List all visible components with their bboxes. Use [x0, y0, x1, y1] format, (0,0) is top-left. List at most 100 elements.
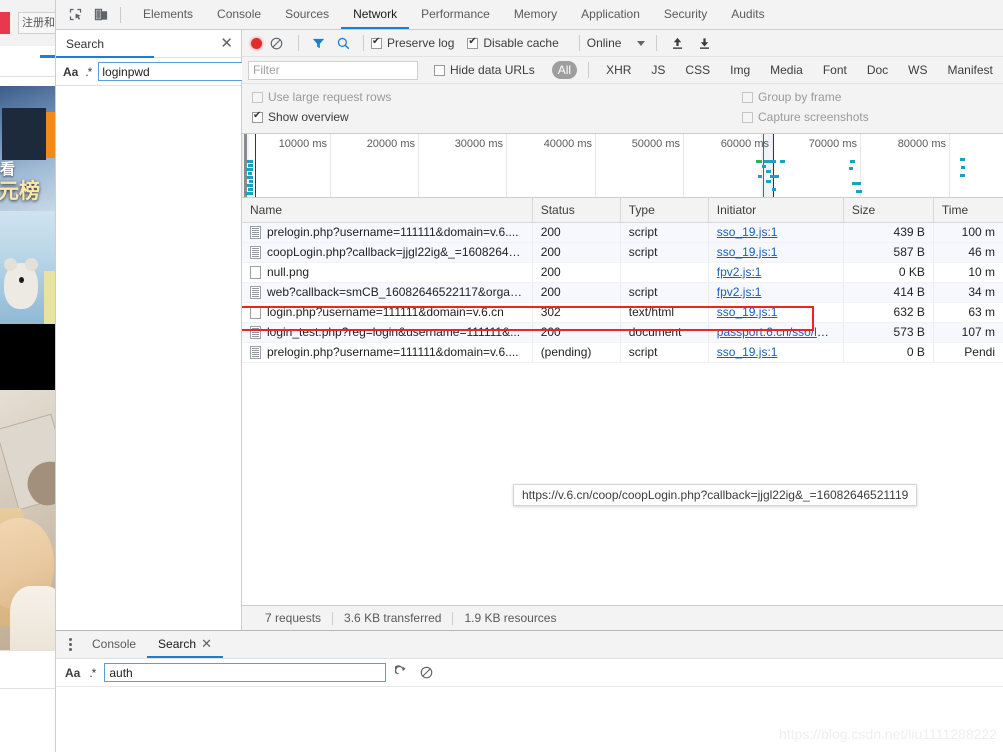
banner-text-line2: 元榜 [0, 180, 40, 203]
tab-memory[interactable]: Memory [502, 0, 569, 29]
show-overview-checkbox[interactable]: Show overview [252, 110, 729, 124]
network-overview-timeline[interactable]: 10000 ms 20000 ms 30000 ms 40000 ms 5000… [242, 134, 1003, 198]
cell-status: (pending) [532, 342, 621, 363]
type-filter-js[interactable]: JS [645, 61, 671, 79]
webpage-red-button[interactable] [0, 12, 10, 34]
webpage-bottom-line-1 [0, 650, 55, 651]
tab-sources[interactable]: Sources [273, 0, 341, 29]
table-row[interactable]: coopLogin.php?callback=jjgl22ig&_=160826… [242, 242, 1003, 263]
type-filter-all[interactable]: All [551, 61, 578, 79]
initiator-link[interactable]: sso_19.js:1 [717, 305, 778, 319]
tab-security[interactable]: Security [652, 0, 719, 29]
type-filter-font[interactable]: Font [817, 61, 853, 79]
initiator-link[interactable]: fpv2.js:1 [717, 285, 762, 299]
initiator-link[interactable]: fpv2.js:1 [717, 265, 762, 279]
device-toolbar-icon[interactable] [90, 4, 112, 26]
column-header-status[interactable]: Status [532, 198, 621, 223]
webpage-banner-thumbnail[interactable]: 看 元榜 [0, 86, 55, 211]
webpage-thumbnail-dark[interactable] [0, 324, 55, 390]
match-case-icon[interactable]: Aa [65, 666, 80, 680]
match-case-icon[interactable]: Aa [63, 65, 78, 79]
tab-application[interactable]: Application [569, 0, 652, 29]
overview-tick-label: 20000 ms [366, 138, 415, 150]
type-filter-xhr[interactable]: XHR [600, 61, 637, 79]
record-icon[interactable] [251, 37, 262, 49]
overview-tick-label: 50000 ms [631, 138, 680, 150]
drawer-search-input[interactable] [104, 663, 387, 682]
webpage-register-field[interactable]: 注册和 [18, 12, 55, 34]
preserve-log-checkbox[interactable]: Preserve log [371, 36, 454, 50]
regex-icon[interactable]: .* [85, 65, 92, 79]
cell-initiator: fpv2.js:1 [708, 262, 844, 283]
type-filter-img[interactable]: Img [724, 61, 756, 79]
inspect-element-icon[interactable] [64, 4, 86, 26]
clear-requests-icon[interactable] [269, 36, 284, 51]
tab-network[interactable]: Network [341, 0, 410, 29]
request-filter-input[interactable] [248, 60, 418, 80]
close-icon[interactable]: ✕ [218, 36, 235, 51]
overview-request-bar [852, 182, 861, 185]
table-row-highlighted[interactable]: login.php?username=111111&domain=v.6.cn … [242, 302, 1003, 323]
initiator-link[interactable]: sso_19.js:1 [717, 345, 778, 359]
drawer-tabbar: Console Search ✕ [56, 631, 1003, 659]
tab-performance[interactable]: Performance [409, 0, 502, 29]
search-icon[interactable] [336, 36, 351, 51]
toolbar-separator [578, 35, 580, 51]
drawer-tab-console[interactable]: Console [81, 631, 147, 658]
column-header-name[interactable]: Name [242, 198, 533, 223]
devtools-toolbar-icons [56, 0, 131, 29]
initiator-link[interactable]: sso_19.js:1 [717, 225, 778, 239]
overview-tick-label: 80000 ms [897, 138, 946, 150]
import-har-icon[interactable] [670, 36, 685, 51]
network-settings-left-column: Use large request rows Show overview [252, 90, 742, 126]
close-icon[interactable]: ✕ [201, 637, 212, 650]
search-input[interactable] [98, 62, 262, 81]
devtools-tabbar: Elements Console Sources Network Perform… [56, 0, 1003, 30]
overview-request-bar [766, 170, 771, 173]
use-large-rows-checkbox[interactable]: Use large request rows [252, 90, 729, 104]
webpage-thumbnail-portrait[interactable] [0, 390, 55, 650]
checkbox-box [742, 111, 753, 123]
column-header-size[interactable]: Size [843, 198, 934, 223]
initiator-link[interactable]: passport.6.cn/sso/login... [717, 325, 843, 339]
filter-funnel-icon[interactable] [311, 36, 326, 51]
checkbox-box [371, 36, 382, 49]
type-filter-media[interactable]: Media [764, 61, 809, 79]
webpage-divider [0, 76, 55, 77]
throttling-select[interactable]: Online [587, 36, 646, 50]
webpage-thumbnail-bear[interactable] [0, 211, 55, 324]
type-filter-css[interactable]: CSS [679, 61, 716, 79]
overview-tick: 30000 ms [455, 134, 507, 197]
table-row[interactable]: prelogin.php?username=111111&domain=v.6.… [242, 342, 1003, 363]
group-by-frame-checkbox[interactable]: Group by frame [742, 90, 869, 104]
table-body: prelogin.php?username=111111&domain=v.6.… [242, 222, 1003, 363]
clear-search-icon[interactable] [419, 665, 434, 680]
drawer-tab-search[interactable]: Search ✕ [147, 631, 223, 658]
column-header-time[interactable]: Time [933, 198, 1003, 223]
banner-text-line1: 看 [0, 161, 16, 178]
tab-audits[interactable]: Audits [719, 0, 776, 29]
refresh-icon[interactable] [395, 665, 410, 680]
table-row[interactable]: web?callback=smCB_16082646522117&organiz… [242, 282, 1003, 303]
type-filter-ws[interactable]: WS [902, 61, 933, 79]
network-requests-table-wrapper[interactable]: Name Status Type Initiator Size Time pre… [242, 198, 1003, 605]
overview-load-event-line [255, 134, 256, 197]
initiator-link[interactable]: sso_19.js:1 [717, 245, 778, 259]
drawer-more-options-icon[interactable] [60, 631, 81, 658]
tab-console[interactable]: Console [205, 0, 273, 29]
export-har-icon[interactable] [697, 36, 712, 51]
tab-elements[interactable]: Elements [131, 0, 205, 29]
hide-data-urls-checkbox[interactable]: Hide data URLs [434, 63, 535, 77]
column-header-initiator[interactable]: Initiator [708, 198, 844, 223]
table-row[interactable]: null.png 200 fpv2.js:1 0 KB 10 m [242, 262, 1003, 283]
regex-icon[interactable]: .* [89, 666, 96, 680]
type-filter-doc[interactable]: Doc [861, 61, 894, 79]
thumbnail-yellow-edge [44, 271, 55, 324]
table-row[interactable]: login_test.php?reg=login&username=111111… [242, 322, 1003, 343]
table-row[interactable]: prelogin.php?username=111111&domain=v.6.… [242, 222, 1003, 243]
disable-cache-checkbox[interactable]: Disable cache [467, 36, 559, 50]
capture-screenshots-label: Capture screenshots [758, 110, 869, 124]
type-filter-manifest[interactable]: Manifest [942, 61, 999, 79]
column-header-type[interactable]: Type [620, 198, 709, 223]
capture-screenshots-checkbox[interactable]: Capture screenshots [742, 110, 869, 124]
